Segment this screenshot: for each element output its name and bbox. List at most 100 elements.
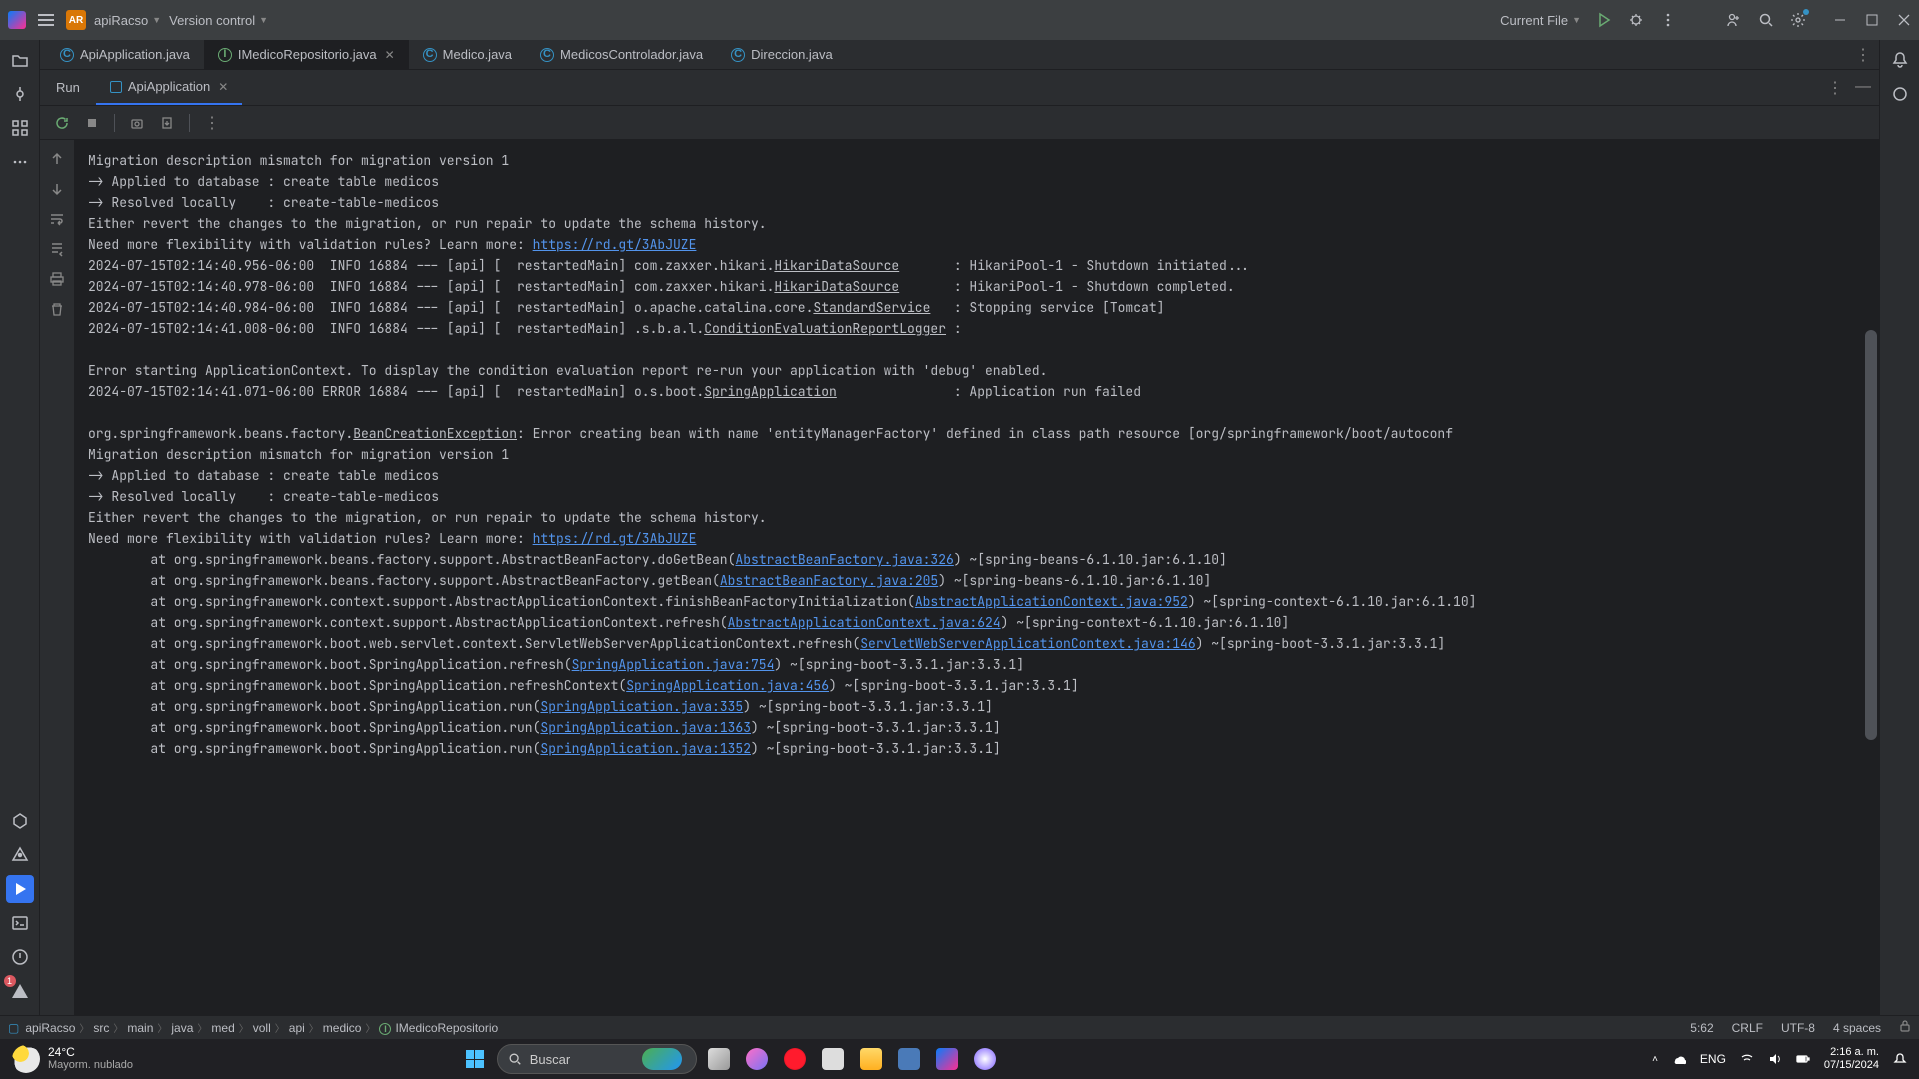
editor-tab[interactable]: CDireccion.java <box>717 40 847 69</box>
console-link[interactable]: AbstractApplicationContext.java:624 <box>728 614 1001 631</box>
breadcrumb-item[interactable]: java <box>171 1021 193 1035</box>
close-icon[interactable]: ✕ <box>385 48 395 62</box>
run-button[interactable] <box>1595 11 1613 29</box>
breadcrumb-item[interactable]: main <box>127 1021 153 1035</box>
editor-tab[interactable]: IIMedicoRepositorio.java✕ <box>204 40 409 69</box>
intellij-button[interactable] <box>931 1043 963 1075</box>
run-minimize-button[interactable]: — <box>1855 78 1871 98</box>
more-tool-button[interactable] <box>6 148 34 176</box>
window-maximize-button[interactable] <box>1865 13 1879 27</box>
breadcrumb-item[interactable]: IIMedicoRepositorio <box>379 1021 498 1035</box>
console-output[interactable]: Migration description mismatch for migra… <box>74 140 1879 1039</box>
console-link[interactable]: ServletWebServerApplicationContext.java:… <box>860 635 1195 652</box>
run-config-tab[interactable]: ApiApplication ✕ <box>96 70 242 105</box>
more-actions-button[interactable] <box>1659 11 1677 29</box>
console-link[interactable]: SpringApplication.java:456 <box>626 677 829 694</box>
export-button[interactable] <box>155 111 179 135</box>
clear-button[interactable] <box>46 298 68 320</box>
copilot-button[interactable] <box>741 1043 773 1075</box>
rerun-button[interactable] <box>50 111 74 135</box>
volume-icon[interactable] <box>1768 1052 1782 1066</box>
print-button[interactable] <box>46 268 68 290</box>
editor-tabbar: CApiApplication.javaIIMedicoRepositorio.… <box>40 40 1879 70</box>
weather-widget[interactable]: 24°C Mayorm. nublado <box>0 1045 133 1073</box>
breadcrumb-item[interactable]: apiRacso <box>25 1021 75 1035</box>
breadcrumb[interactable]: apiRacso〉src〉main〉java〉med〉voll〉api〉medi… <box>25 1020 498 1035</box>
wifi-icon[interactable] <box>1740 1052 1754 1066</box>
run-more-button[interactable]: ⋮ <box>1827 78 1843 98</box>
console-link[interactable]: https://rd.gt/3AbJUZE <box>533 236 697 253</box>
console-link[interactable]: SpringApplication.java:754 <box>572 656 775 673</box>
problems-tool-button[interactable] <box>6 943 34 971</box>
stop-button[interactable] <box>80 111 104 135</box>
file-explorer-button[interactable] <box>855 1043 887 1075</box>
down-button[interactable] <box>46 178 68 200</box>
up-button[interactable] <box>46 148 68 170</box>
vcs-selector[interactable]: Version control▼ <box>169 13 268 28</box>
breadcrumb-item[interactable]: medico <box>323 1021 362 1035</box>
onedrive-icon[interactable] <box>1672 1052 1686 1066</box>
start-button[interactable] <box>459 1043 491 1075</box>
battery-icon[interactable] <box>1796 1052 1810 1066</box>
tab-more-button[interactable]: ⋮ <box>1855 45 1879 65</box>
console-link[interactable]: AbstractBeanFactory.java:326 <box>735 551 953 568</box>
chevron-down-icon: ▼ <box>259 15 268 25</box>
tray-expand-icon[interactable]: ˄ <box>1652 1054 1658 1065</box>
soft-wrap-button[interactable] <box>46 208 68 230</box>
main-menu-button[interactable] <box>34 8 58 32</box>
terminal-tool-button[interactable] <box>6 909 34 937</box>
task-view-button[interactable] <box>703 1043 735 1075</box>
file-icon: C <box>731 48 745 62</box>
project-selector[interactable]: apiRacso▼ <box>94 13 161 28</box>
line-separator[interactable]: CRLF <box>1732 1021 1763 1035</box>
console-link[interactable]: SpringApplication.java:335 <box>540 698 743 715</box>
app-button-2[interactable] <box>893 1043 925 1075</box>
opera-button[interactable] <box>779 1043 811 1075</box>
warnings-tool-button[interactable]: 1 <box>6 977 34 1005</box>
vertical-scrollbar[interactable] <box>1865 330 1877 740</box>
console-link[interactable]: AbstractBeanFactory.java:205 <box>720 572 938 589</box>
app-button-3[interactable] <box>969 1043 1001 1075</box>
app-button-1[interactable] <box>817 1043 849 1075</box>
structure-tool-button[interactable] <box>6 114 34 142</box>
clock[interactable]: 2:16 a. m. 07/15/2024 <box>1824 1046 1879 1072</box>
file-encoding[interactable]: UTF-8 <box>1781 1021 1815 1035</box>
search-button[interactable] <box>1757 11 1775 29</box>
code-with-me-button[interactable] <box>1725 11 1743 29</box>
run-tool-button[interactable] <box>6 875 34 903</box>
breadcrumb-item[interactable]: voll <box>253 1021 271 1035</box>
console-link[interactable]: AbstractApplicationContext.java:952 <box>915 593 1188 610</box>
screenshot-button[interactable] <box>125 111 149 135</box>
breadcrumb-item[interactable]: med <box>211 1021 234 1035</box>
editor-tab[interactable]: CApiApplication.java <box>46 40 204 69</box>
console-link[interactable]: https://rd.gt/3AbJUZE <box>533 530 697 547</box>
ai-assistant-button[interactable] <box>1886 80 1914 108</box>
editor-tab[interactable]: CMedicosControlador.java <box>526 40 717 69</box>
breadcrumb-item[interactable]: api <box>289 1021 305 1035</box>
readonly-lock-icon[interactable] <box>1899 1020 1911 1035</box>
console-link[interactable]: SpringApplication.java:1352 <box>540 740 751 757</box>
commit-tool-button[interactable] <box>6 80 34 108</box>
services-tool-button[interactable] <box>6 841 34 869</box>
breadcrumb-item[interactable]: src <box>93 1021 109 1035</box>
close-icon[interactable]: ✕ <box>218 80 228 94</box>
build-tool-button[interactable] <box>6 807 34 835</box>
scroll-to-end-button[interactable] <box>46 238 68 260</box>
search-icon <box>508 1052 522 1066</box>
debug-button[interactable] <box>1627 11 1645 29</box>
window-close-button[interactable] <box>1897 13 1911 27</box>
project-tool-button[interactable] <box>6 46 34 74</box>
toolbar-more-button[interactable]: ⋮ <box>200 111 224 135</box>
console-link[interactable]: SpringApplication.java:1363 <box>540 719 751 736</box>
editor-tab[interactable]: CMedico.java <box>409 40 526 69</box>
indent-setting[interactable]: 4 spaces <box>1833 1021 1881 1035</box>
notifications-icon[interactable] <box>1893 1052 1907 1066</box>
notifications-tool-button[interactable] <box>1886 46 1914 74</box>
window-minimize-button[interactable] <box>1833 13 1847 27</box>
statusbar: ▢ apiRacso〉src〉main〉java〉med〉voll〉api〉me… <box>0 1015 1919 1039</box>
run-config-selector[interactable]: Current File▼ <box>1500 13 1581 28</box>
cursor-position[interactable]: 5:62 <box>1690 1021 1713 1035</box>
language-indicator[interactable]: ENG <box>1700 1052 1726 1066</box>
taskbar-search[interactable]: Buscar <box>497 1044 697 1074</box>
settings-button[interactable] <box>1789 11 1807 29</box>
